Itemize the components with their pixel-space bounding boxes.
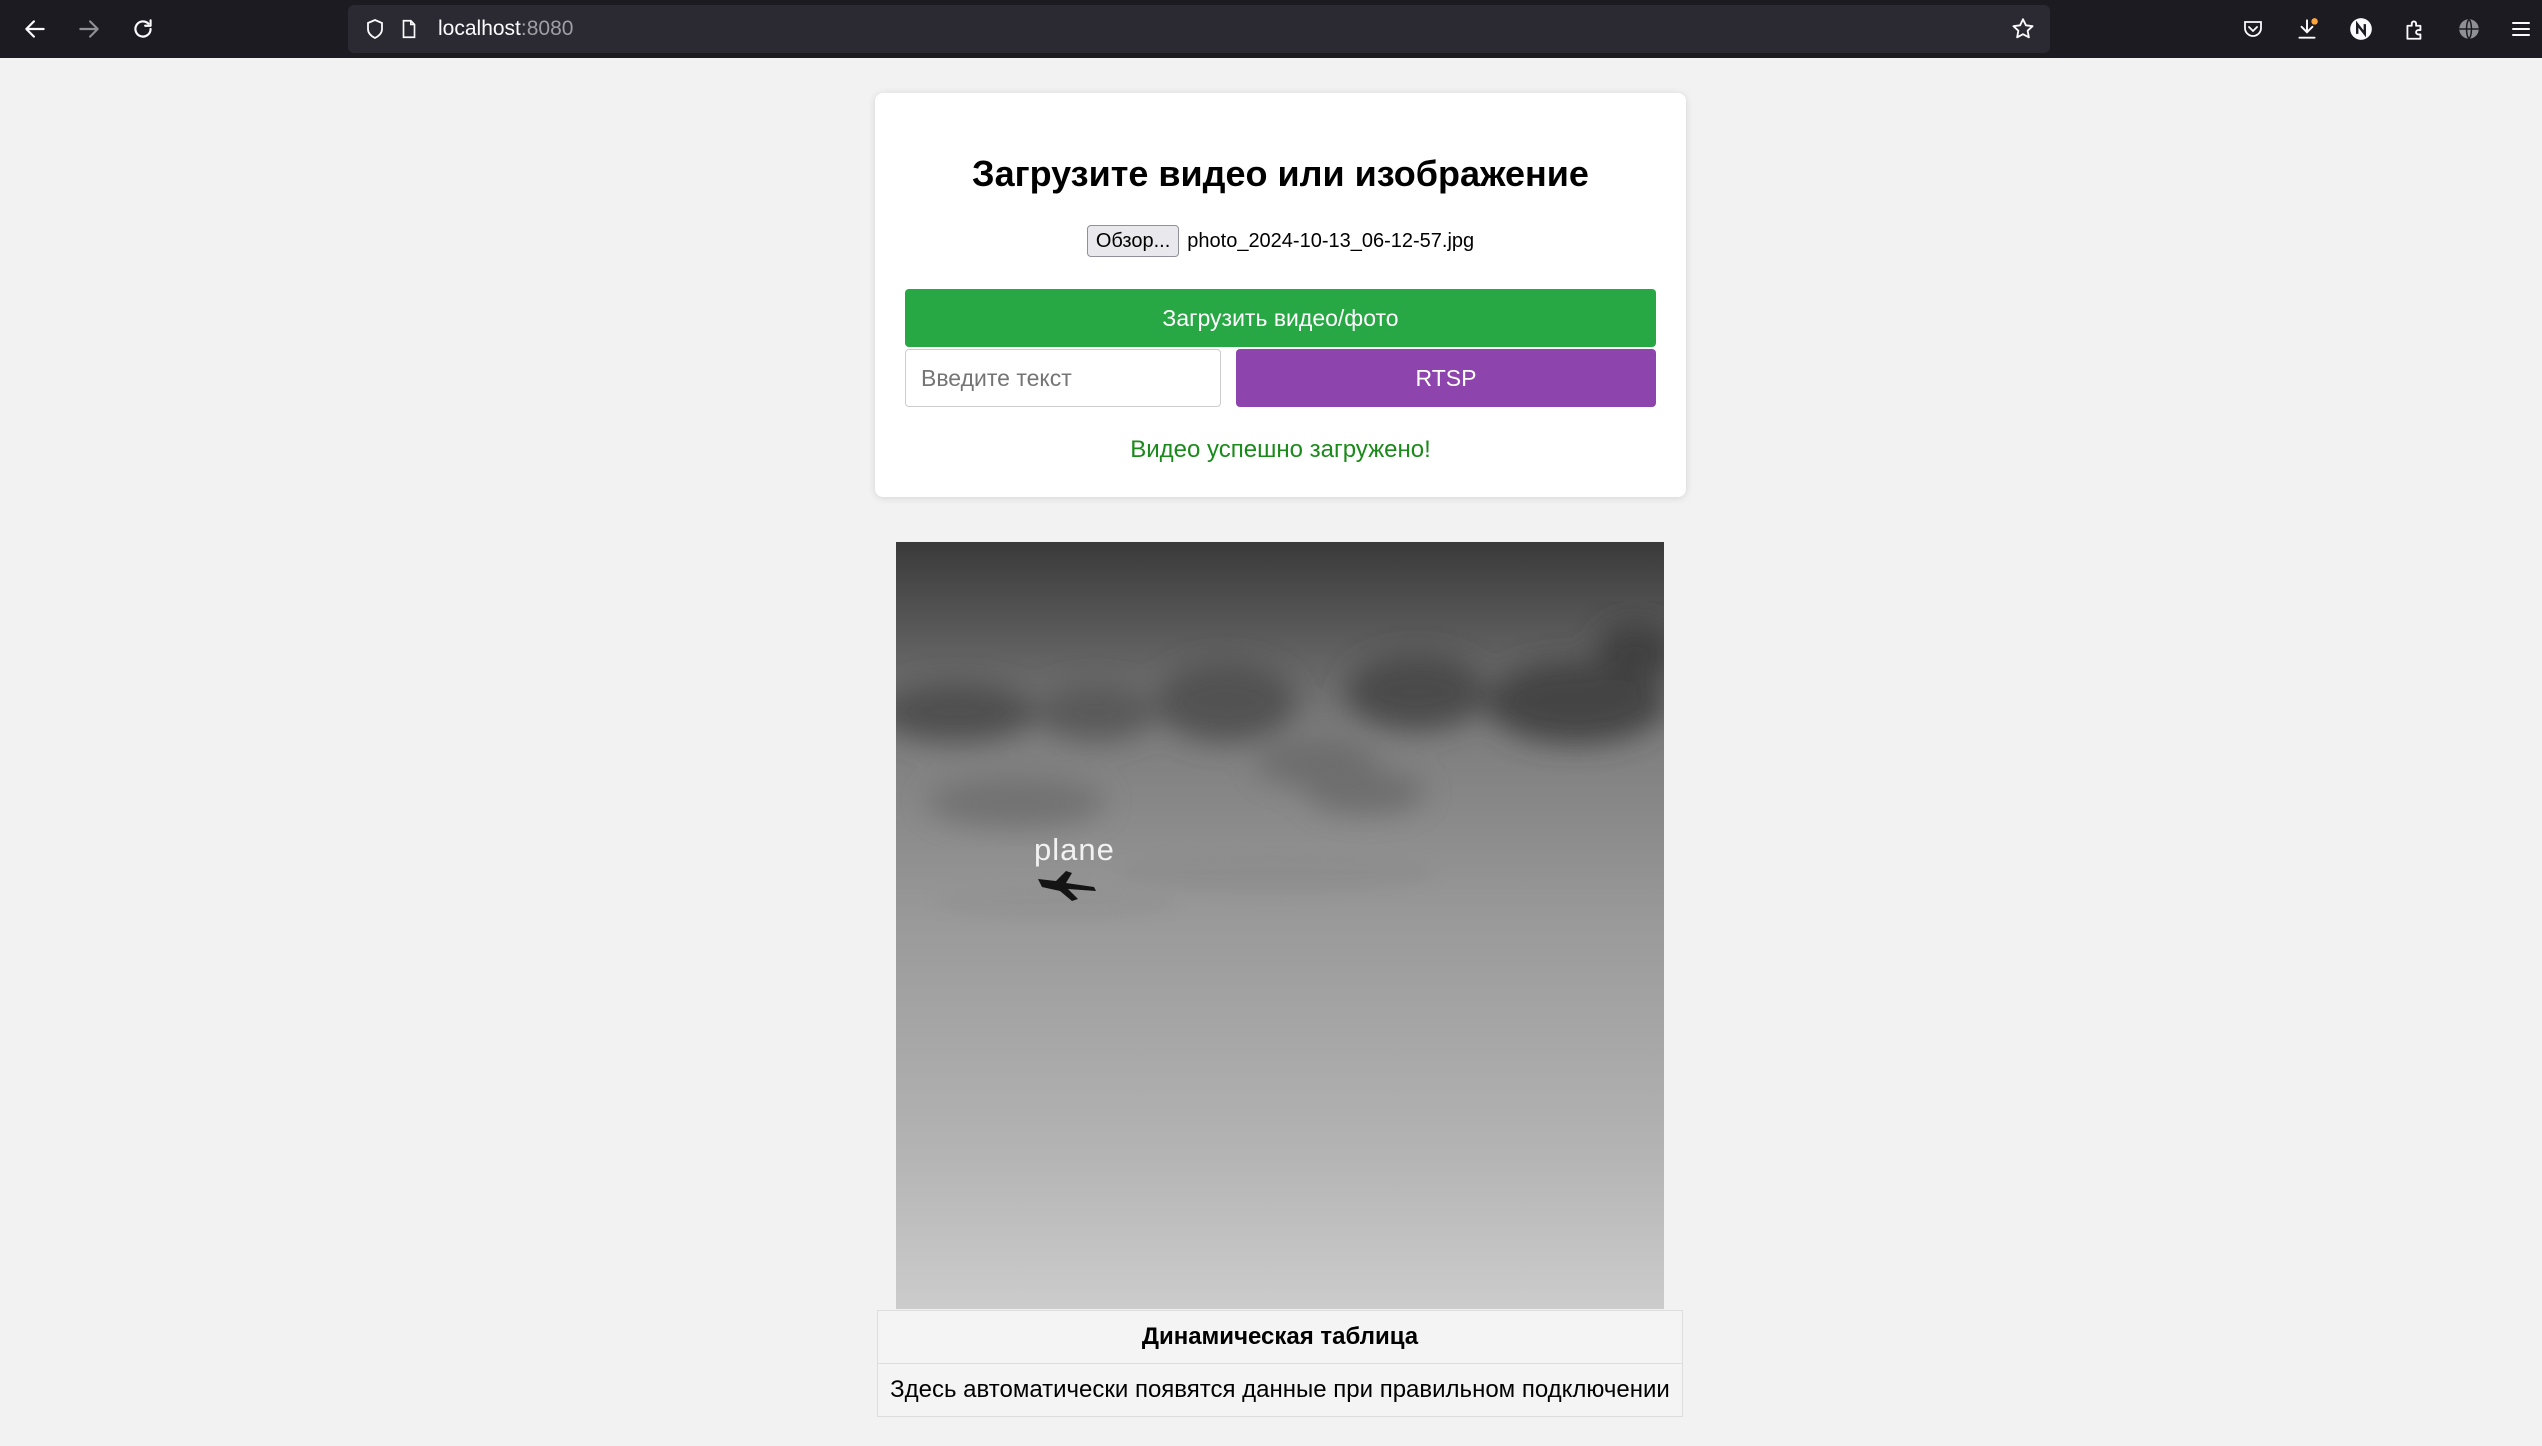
globe-button[interactable] [2449,9,2489,49]
page-title: Загрузите видео или изображение [972,153,1589,194]
upload-card: Загрузите видео или изображение Обзор...… [875,93,1686,497]
pocket-button[interactable] [2233,9,2273,49]
file-input[interactable]: Обзор... photo_2024-10-13_06-12-57.jpg [875,225,1686,257]
puzzle-icon [2406,20,2422,40]
address-bar[interactable]: localhost:8080 [348,5,2050,53]
forward-arrow-icon [79,20,99,38]
bookmark-star-icon[interactable] [2008,14,2038,44]
rtsp-text-input[interactable] [905,349,1221,407]
back-button[interactable] [15,9,55,49]
page-icon[interactable] [394,14,424,44]
hamburger-menu-icon [2512,22,2530,36]
table-header-row: Динамическая таблица [877,1310,1683,1364]
browser-toolbar: localhost:8080 [0,0,2542,58]
sky-photo [896,542,1664,1309]
forward-button[interactable] [69,9,109,49]
reload-icon [134,19,152,38]
avatar-n-icon [2350,18,2372,40]
pocket-icon [2244,21,2262,37]
url-port: :8080 [520,17,574,40]
selected-file-name: photo_2024-10-13_06-12-57.jpg [1187,229,1475,252]
table-cell: Здесь автоматически появятся данные при … [877,1363,1683,1417]
extensions-button[interactable] [2395,9,2435,49]
globe-icon [2459,18,2479,40]
reload-button[interactable] [123,9,163,49]
result-image: plane [896,542,1664,1309]
back-arrow-icon [25,20,45,38]
detection-label: plane [1034,832,1115,867]
downloads-button[interactable] [2287,9,2327,49]
menu-button[interactable] [2503,9,2539,49]
status-message: Видео успешно загружено! [1130,436,1431,463]
rtsp-button[interactable]: RTSP [1236,349,1656,407]
table-header: Динамическая таблица [877,1310,1683,1364]
account-button[interactable] [2341,9,2381,49]
download-icon [2298,18,2318,39]
shield-icon[interactable] [360,14,390,44]
url-text[interactable]: localhost:8080 [438,5,573,53]
dynamic-table: Динамическая таблица Здесь автоматически… [877,1310,1683,1417]
table-row: Здесь автоматически появятся данные при … [877,1363,1683,1417]
url-host: localhost [438,17,521,40]
browse-button[interactable]: Обзор... [1086,225,1180,257]
upload-button[interactable]: Загрузить видео/фото [905,289,1656,347]
